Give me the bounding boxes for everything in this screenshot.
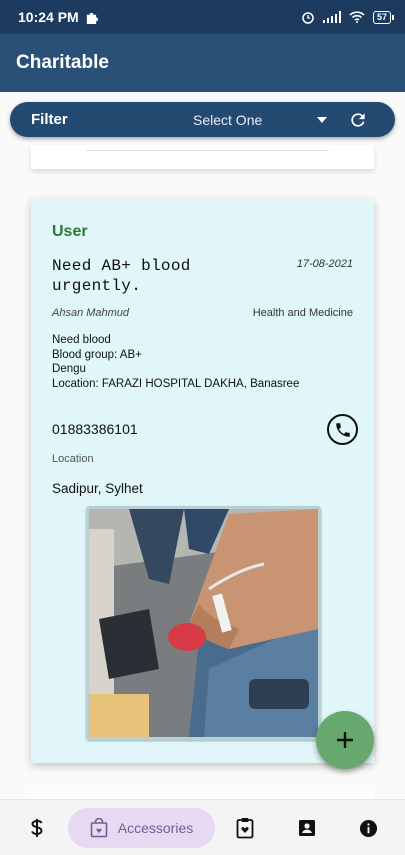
shopping-bag-icon — [90, 818, 108, 838]
puzzle-icon — [86, 12, 98, 24]
info-icon — [359, 819, 377, 837]
nav-donation-list[interactable] — [228, 800, 262, 855]
nav-accessories-label: Accessories — [117, 820, 194, 836]
post-date: 17-08-2021 — [296, 258, 353, 270]
post-description: Need blood Blood group: AB+ Dengu Locati… — [52, 333, 299, 391]
filter-bar: Filter Select One — [10, 102, 395, 137]
refresh-icon — [351, 112, 365, 127]
description-line: Blood group: AB+ — [52, 348, 142, 361]
post-card[interactable]: User Need AB+ blood urgently. 17-08-2021… — [31, 199, 374, 763]
nav-info[interactable] — [351, 800, 385, 855]
status-bar: 10:24 PM 57 — [0, 0, 405, 34]
bottom-navigation: Accessories — [0, 799, 405, 855]
call-button[interactable] — [327, 414, 358, 445]
add-post-button[interactable] — [316, 711, 374, 769]
post-type-badge: User — [52, 223, 88, 240]
location-label: Location — [52, 453, 94, 465]
wifi-icon — [349, 11, 365, 23]
filter-dropdown-value: Select One — [193, 111, 263, 128]
alarm-icon — [302, 12, 314, 24]
post-category: Health and Medicine — [252, 307, 353, 319]
blood-donation-photo — [89, 509, 318, 737]
previous-post-card[interactable] — [31, 145, 374, 169]
contact-card-icon — [299, 820, 315, 836]
description-line: Dengu — [52, 363, 86, 375]
filter-label: Filter — [31, 111, 68, 128]
nav-accessories[interactable]: Accessories — [68, 808, 215, 848]
status-time: 10:24 PM — [18, 9, 79, 25]
description-line: Location: FARAZI HOSPITAL DAKHA, Banasre… — [52, 377, 300, 390]
description-line: Need blood — [52, 334, 111, 346]
nav-donations[interactable] — [18, 800, 56, 855]
app-bar: Charitable — [0, 34, 405, 92]
refresh-button[interactable] — [347, 109, 369, 131]
app-title: Charitable — [16, 52, 109, 73]
post-author: Ahsan Mahmud — [52, 307, 130, 319]
plus-icon — [337, 732, 353, 748]
filter-dropdown[interactable]: Select One — [193, 112, 333, 128]
dropdown-arrow-icon — [317, 116, 327, 123]
phone-icon — [335, 422, 350, 437]
dollar-icon — [31, 819, 43, 837]
nav-profile[interactable] — [290, 800, 324, 855]
signal-icon — [322, 11, 341, 23]
contact-phone: 01883386101 — [52, 421, 138, 437]
battery-icon: 57 — [372, 10, 395, 24]
post-title: Need AB+ blood urgently. — [52, 257, 191, 295]
post-photo[interactable] — [86, 506, 321, 740]
location-value: Sadipur, Sylhet — [52, 481, 143, 496]
clipboard-heart-icon — [236, 818, 254, 839]
